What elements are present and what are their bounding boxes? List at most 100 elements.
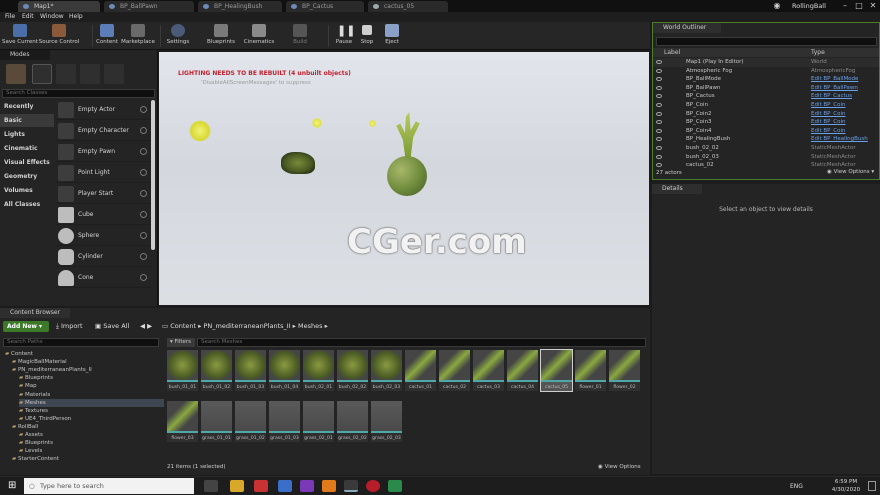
category-all-classes[interactable]: All Classes: [0, 198, 54, 211]
menu-help[interactable]: Help: [69, 12, 83, 22]
folder-tree-item[interactable]: ▰ MagicBallMaterial: [12, 358, 67, 366]
blueprints-button[interactable]: Blueprints: [204, 23, 238, 49]
asset-tile[interactable]: grass_01_03: [269, 401, 300, 442]
outliner-row-type[interactable]: Edit BP_Coin: [811, 101, 845, 110]
unreal-engine-icon[interactable]: [344, 480, 358, 492]
import-button[interactable]: ⤓ Import: [56, 321, 83, 332]
category-recently-placed[interactable]: Recently Placed: [0, 100, 54, 123]
outliner-view-options[interactable]: ◉ View Options ▾: [827, 169, 874, 175]
minimize-icon[interactable]: –: [838, 0, 852, 12]
maximize-icon[interactable]: □: [852, 0, 866, 12]
visibility-eye-icon[interactable]: [656, 137, 662, 142]
geometry-mode-icon[interactable]: [104, 64, 124, 84]
opera-icon[interactable]: [366, 480, 380, 492]
taskbar-search-box[interactable]: ○ Type here to search: [24, 478, 194, 494]
cb-view-options[interactable]: ◉ View Options: [598, 464, 641, 470]
asset-tile[interactable]: grass_02_01: [303, 401, 334, 442]
asset-tile[interactable]: grass_02_02: [337, 401, 368, 442]
asset-tile[interactable]: bush_02_03: [371, 350, 402, 391]
breadcrumb-content[interactable]: Content: [170, 322, 196, 330]
folder-tree-item[interactable]: ▰ Levels: [19, 447, 42, 455]
world-outliner-tab[interactable]: World Outliner: [653, 23, 721, 33]
folder-tree-item[interactable]: ▰ Assets: [19, 431, 43, 439]
search-paths-input[interactable]: Search Paths: [3, 338, 159, 347]
windows-start-icon[interactable]: ⊞: [8, 481, 18, 491]
category-basic[interactable]: Basic: [0, 114, 54, 127]
breadcrumb-meshes[interactable]: Meshes: [298, 322, 323, 330]
folder-tree-item[interactable]: ▰ Textures: [19, 407, 48, 415]
marketplace-button[interactable]: Marketplace: [120, 23, 156, 49]
file-explorer-icon[interactable]: [230, 480, 244, 492]
category-visual-effects[interactable]: Visual Effects: [0, 156, 54, 169]
folder-tree-item[interactable]: ▰ Materials: [19, 391, 50, 399]
folder-tree-item[interactable]: ▰ StarterContent: [12, 455, 59, 463]
visibility-eye-icon[interactable]: [656, 60, 662, 64]
content-browser-tab[interactable]: Content Browser: [0, 308, 70, 318]
folder-tree-item[interactable]: ▰ Blueprints: [19, 439, 53, 447]
col-type[interactable]: Type: [811, 48, 825, 57]
class-item-player-start[interactable]: Player Start: [56, 184, 151, 204]
visual-studio-icon[interactable]: [300, 480, 314, 492]
asset-tile[interactable]: bush_01_04: [269, 350, 300, 391]
outliner-row-type[interactable]: Edit BP_Coin: [811, 127, 845, 136]
foliage-mode-icon[interactable]: [80, 64, 100, 84]
outliner-row[interactable]: BP_Cactus Edit BP_Cactus: [653, 92, 879, 101]
folder-tree-item[interactable]: ▰ Blueprints: [19, 374, 53, 382]
tab-bp-healingbush[interactable]: BP_HealingBush: [198, 1, 282, 12]
asset-tile[interactable]: bush_01_01: [167, 350, 198, 391]
pause-button[interactable]: ❚❚ Pause: [332, 23, 356, 49]
outliner-row[interactable]: BP_Coin Edit BP_Coin: [653, 101, 879, 110]
asset-tile[interactable]: grass_01_02: [235, 401, 266, 442]
content-button[interactable]: Content: [94, 23, 120, 49]
paint-mode-icon[interactable]: [32, 64, 52, 84]
menu-window[interactable]: Window: [40, 12, 64, 22]
outliner-row[interactable]: BP_BallMode Edit BP_BallMode: [653, 75, 879, 84]
input-language[interactable]: ENG: [790, 481, 803, 492]
cinematics-button[interactable]: Cinematics: [242, 23, 276, 49]
save-current-button[interactable]: Save Current: [2, 23, 38, 49]
outliner-row[interactable]: Map1 (Play In Editor) World: [653, 58, 879, 67]
asset-tile[interactable]: cactus_04: [507, 350, 538, 391]
search-classes-input[interactable]: Search Classes: [2, 89, 155, 98]
landscape-mode-icon[interactable]: [56, 64, 76, 84]
outliner-row-type[interactable]: Edit BP_HealingBush: [811, 135, 868, 144]
visibility-eye-icon[interactable]: [656, 68, 662, 73]
details-tab[interactable]: Details: [652, 184, 702, 194]
outliner-row[interactable]: BP_HealingBush Edit BP_HealingBush: [653, 135, 879, 144]
asset-tile[interactable]: bush_02_02: [337, 350, 368, 391]
visibility-eye-icon[interactable]: [656, 163, 662, 168]
class-item-empty-pawn[interactable]: Empty Pawn: [56, 142, 151, 162]
tab-map1[interactable]: Map1*: [18, 1, 100, 12]
stop-button[interactable]: Stop: [356, 23, 378, 49]
outliner-row-type[interactable]: Edit BP_Coin: [811, 110, 845, 119]
app-icon[interactable]: [278, 480, 292, 492]
history-nav[interactable]: ◀ ▶: [140, 321, 152, 332]
outliner-row-type[interactable]: Edit BP_Cactus: [811, 92, 852, 101]
asset-tile[interactable]: bush_02_01: [303, 350, 334, 391]
asset-tile[interactable]: flower_01: [575, 350, 606, 391]
visibility-eye-icon[interactable]: [656, 111, 662, 116]
category-geometry[interactable]: Geometry: [0, 170, 54, 183]
close-icon[interactable]: ✕: [866, 0, 880, 12]
asset-tile[interactable]: cactus_03: [473, 350, 504, 391]
search-meshes-input[interactable]: Search Meshes: [197, 338, 646, 347]
eject-button[interactable]: Eject: [380, 23, 404, 49]
place-mode-icon[interactable]: [6, 64, 26, 84]
level-viewport[interactable]: LIGHTING NEEDS TO BE REBUILT (4 unbuilt …: [159, 52, 649, 305]
outliner-row-type[interactable]: Edit BP_Coin: [811, 118, 845, 127]
outliner-row[interactable]: BP_Coin2 Edit BP_Coin: [653, 110, 879, 119]
folder-tree-item[interactable]: ▰ UE4_ThirdPerson: [19, 415, 71, 423]
outliner-row-type[interactable]: Edit BP_BallMode: [811, 75, 858, 84]
asset-tile[interactable]: grass_02_03: [371, 401, 402, 442]
outliner-search-input[interactable]: [656, 37, 877, 46]
folder-tree-item[interactable]: ▰ Meshes: [19, 398, 164, 407]
asset-tile[interactable]: cactus_01: [405, 350, 436, 391]
class-item-cube[interactable]: Cube: [56, 205, 151, 225]
tab-bp-ballpawn[interactable]: BP_BallPawn: [104, 1, 194, 12]
outliner-row[interactable]: BP_BallPawn Edit BP_BallPawn: [653, 84, 879, 93]
asset-tile[interactable]: cactus_05: [540, 349, 573, 392]
vlc-icon[interactable]: [322, 480, 336, 492]
visibility-eye-icon[interactable]: [656, 103, 662, 107]
menu-file[interactable]: File: [5, 12, 15, 22]
folder-tree-item[interactable]: ▰ RollBall: [12, 423, 38, 431]
